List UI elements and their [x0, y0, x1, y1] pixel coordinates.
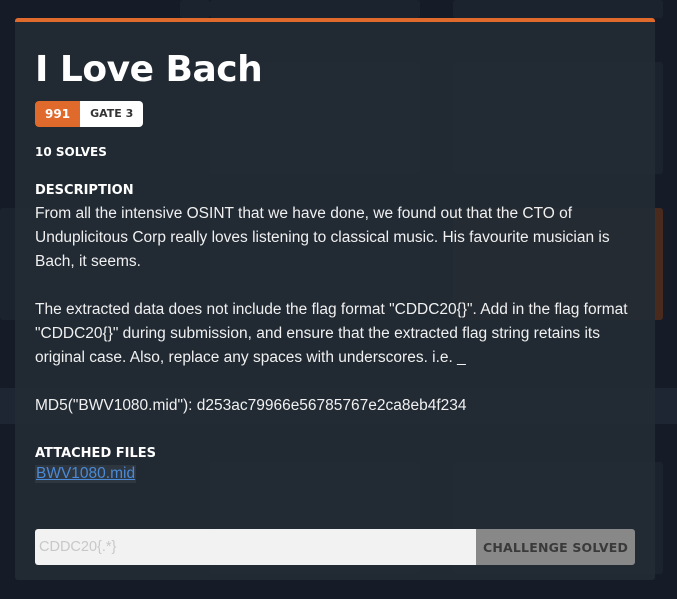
description-paragraph: The extracted data does not include the … — [35, 301, 628, 366]
description-text: From all the intensive OSINT that we hav… — [35, 202, 635, 418]
flag-input[interactable] — [35, 529, 476, 565]
challenge-solved-button[interactable]: CHALLENGE SOLVED — [476, 529, 635, 565]
challenge-title: I Love Bach — [35, 49, 263, 90]
challenge-modal: I Love Bach 991 GATE 3 10 SOLVES DESCRIP… — [15, 18, 655, 580]
points-badge: 991 — [35, 101, 81, 127]
flag-submit-row: CHALLENGE SOLVED — [35, 529, 635, 565]
description-paragraph: MD5("BWV1080.mid"): d253ac79966e56785767… — [35, 397, 467, 414]
description-paragraph: From all the intensive OSINT that we hav… — [35, 205, 610, 270]
solves-count: 10 SOLVES — [35, 145, 107, 159]
challenge-badges: 991 GATE 3 — [35, 101, 635, 127]
attached-files-label: ATTACHED FILES — [35, 446, 156, 461]
gate-badge: GATE 3 — [80, 101, 144, 127]
description-label: DESCRIPTION — [35, 183, 134, 198]
attached-file-link[interactable]: BWV1080.mid — [35, 465, 137, 483]
